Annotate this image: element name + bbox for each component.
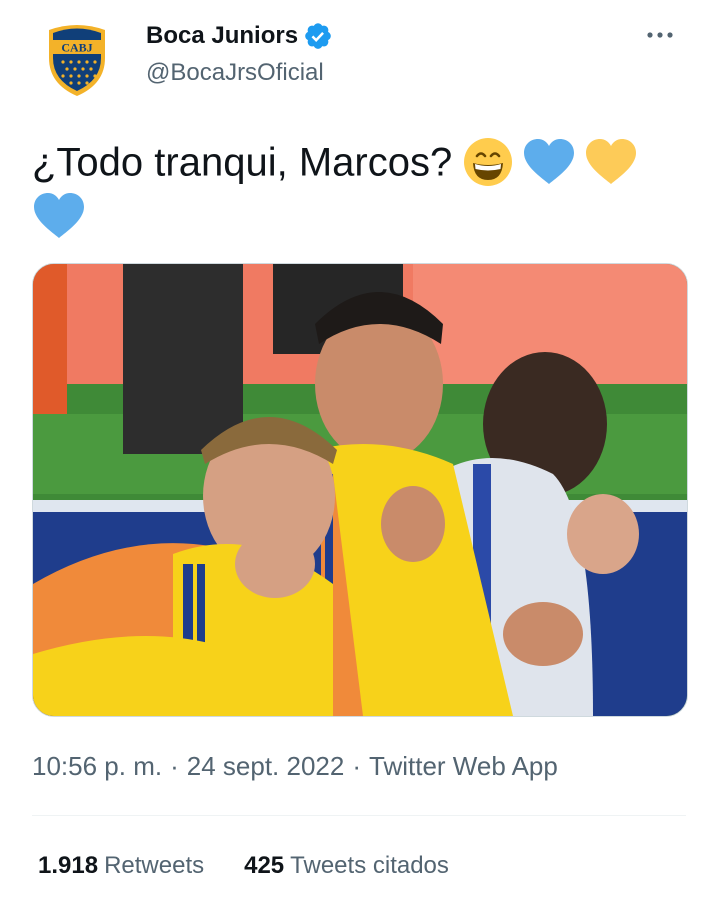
blue-heart-emoji-icon — [32, 192, 692, 240]
blue-heart-emoji-icon — [522, 138, 576, 186]
user-name-row[interactable]: Boca Juniors — [146, 20, 333, 52]
photo-icon — [33, 264, 687, 716]
quote-tweets-count: 425 — [244, 852, 285, 879]
meta-separator: · — [170, 751, 179, 781]
quote-tweets-label: Tweets citados — [290, 852, 449, 879]
grinning-face-emoji-icon — [462, 136, 514, 188]
user-handle[interactable]: @BocaJrsOficial — [146, 57, 324, 89]
meta-separator: · — [352, 751, 361, 781]
tweet-text-content: ¿Todo tranqui, Marcos? — [32, 140, 453, 185]
avatar[interactable]: CABJ — [32, 15, 122, 105]
tweet-photo[interactable] — [32, 263, 688, 717]
yellow-heart-emoji-icon — [584, 138, 638, 186]
verified-badge-icon — [305, 23, 331, 49]
tweet-date[interactable]: 24 sept. 2022 — [187, 748, 345, 784]
tweet-meta: 10:56 p. m. · 24 sept. 2022 · Twitter We… — [32, 748, 558, 784]
tweet-text: ¿Todo tranqui, Marcos? — [32, 132, 692, 240]
engagement-stats: 1.918 Retweets 425 Tweets citados — [38, 850, 449, 882]
boca-juniors-crest-icon: CABJ — [49, 25, 105, 96]
more-dots-icon — [647, 32, 673, 38]
tweet-time[interactable]: 10:56 p. m. — [32, 748, 162, 784]
tweet-source-link[interactable]: Twitter Web App — [369, 748, 558, 784]
display-name[interactable]: Boca Juniors — [146, 20, 298, 52]
divider — [32, 815, 686, 816]
retweets-stat[interactable]: 1.918 Retweets — [38, 850, 204, 882]
avatar-crest-text: CABJ — [61, 41, 92, 55]
more-options-button[interactable] — [640, 18, 680, 52]
quote-tweets-stat[interactable]: 425 Tweets citados — [244, 850, 449, 882]
retweets-count: 1.918 — [38, 852, 99, 879]
retweets-label: Retweets — [104, 852, 205, 879]
